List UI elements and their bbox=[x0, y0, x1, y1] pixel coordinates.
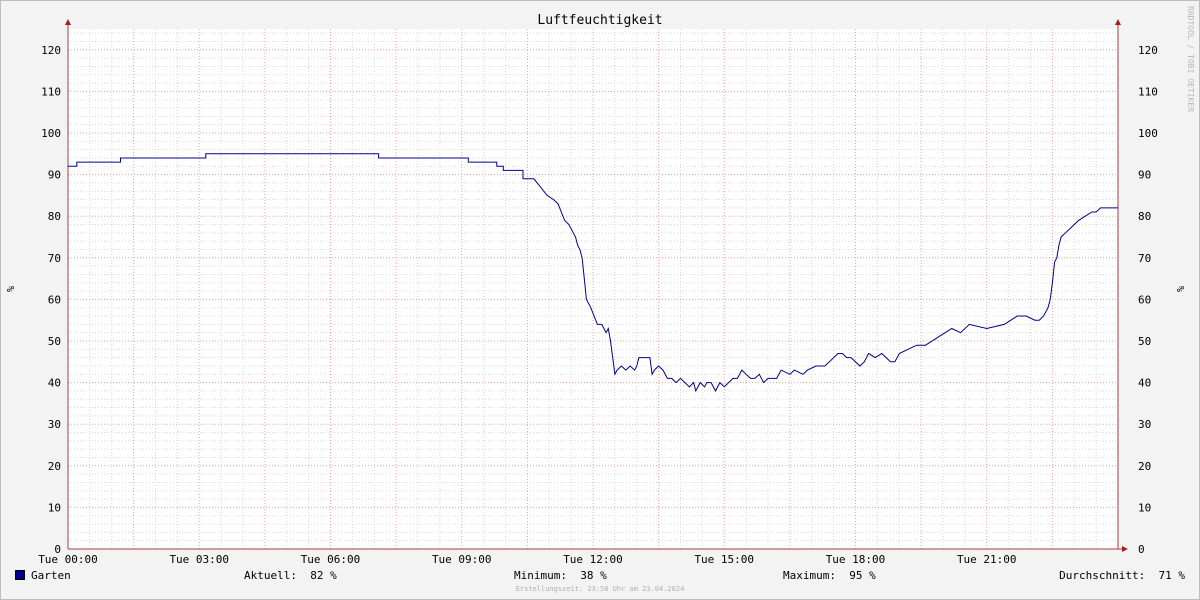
creation-time-note: Erstellungszeit: 23:58 Uhr am 23.04.2024 bbox=[515, 585, 685, 593]
y-tick-label-right: 120 bbox=[1138, 44, 1158, 57]
chart-window: 0 0 10 10 20 20 30 30 40 40 50 50 60 60 70 70 80 80 90 90 10… bbox=[0, 0, 1200, 600]
y-tick-label-left: 90 bbox=[48, 169, 61, 182]
y-tick-label-left: 50 bbox=[48, 335, 61, 348]
y-tick-label-right: 100 bbox=[1138, 127, 1158, 140]
y-tick-label-right: 80 bbox=[1138, 210, 1151, 223]
legend-row: Garten Aktuell: 82 % Minimum: 38 % Maxim… bbox=[1, 567, 1199, 585]
stat-durchschnitt: Durchschnitt: 71 % bbox=[1059, 569, 1185, 582]
x-tick-label: Tue 18:00 bbox=[826, 553, 886, 566]
y-tick-label-right: 60 bbox=[1138, 293, 1151, 306]
y-tick-label-right: 0 bbox=[1138, 543, 1145, 556]
line-chart: 0 010 1020 2030 3040 4050 5060 6070 7080 8090 9010… bbox=[6, 6, 1195, 566]
rrdtool-watermark: RRDTOOL / TOBI OETIKER bbox=[1186, 6, 1195, 112]
y-tick-label-left: 110 bbox=[41, 85, 61, 98]
chart-title: Luftfeuchtigkeit bbox=[537, 13, 662, 28]
x-tick-label: Tue 12:00 bbox=[563, 553, 623, 566]
y-tick-label-left: 20 bbox=[48, 460, 61, 473]
y-axis-arrow-left bbox=[65, 19, 71, 25]
y-tick-label-left: 10 bbox=[48, 501, 61, 514]
y-tick-label-right: 40 bbox=[1138, 377, 1151, 390]
x-axis-arrow bbox=[1122, 546, 1128, 552]
y-tick-label-left: 40 bbox=[48, 377, 61, 390]
x-tick-label: Tue 06:00 bbox=[301, 553, 361, 566]
y-tick-label-right: 50 bbox=[1138, 335, 1151, 348]
x-tick-label: Tue 09:00 bbox=[432, 553, 492, 566]
stat-aktuell: Aktuell: 82 % bbox=[244, 569, 337, 582]
stat-maximum: Maximum: 95 % bbox=[783, 569, 876, 582]
y-axis-label-right: % bbox=[1176, 286, 1187, 292]
y-tick-label-left: 30 bbox=[48, 418, 61, 431]
y-tick-label-right: 90 bbox=[1138, 169, 1151, 182]
y-axis-label-left: % bbox=[6, 286, 17, 292]
legend-swatch-garten bbox=[15, 570, 25, 580]
x-tick-label: Tue 03:00 bbox=[169, 553, 229, 566]
y-tick-label-right: 30 bbox=[1138, 418, 1151, 431]
y-tick-label-right: 110 bbox=[1138, 85, 1158, 98]
x-tick-label: Tue 00:00 bbox=[38, 553, 98, 566]
y-tick-label-right: 70 bbox=[1138, 252, 1151, 265]
legend-series-label: Garten bbox=[31, 569, 71, 582]
y-tick-label-left: 60 bbox=[48, 293, 61, 306]
x-tick-label: Tue 15:00 bbox=[694, 553, 754, 566]
y-tick-label-left: 70 bbox=[48, 252, 61, 265]
y-axis-arrow-right bbox=[1115, 19, 1121, 25]
x-tick-label: Tue 21:00 bbox=[957, 553, 1017, 566]
y-tick-label-left: 120 bbox=[41, 44, 61, 57]
y-tick-label-left: 80 bbox=[48, 210, 61, 223]
y-tick-label-right: 10 bbox=[1138, 501, 1151, 514]
stat-minimum: Minimum: 38 % bbox=[514, 569, 607, 582]
y-tick-label-left: 100 bbox=[41, 127, 61, 140]
y-tick-label-right: 20 bbox=[1138, 460, 1151, 473]
